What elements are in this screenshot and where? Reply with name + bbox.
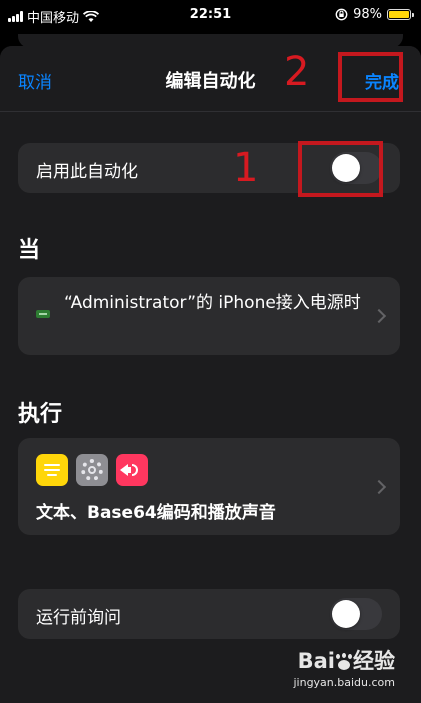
orientation-lock-icon — [335, 8, 348, 21]
action-row[interactable]: 文本、Base64编码和播放声音 — [18, 438, 400, 535]
do-heading: 执行 — [18, 402, 63, 427]
chevron-right-icon — [371, 308, 387, 324]
annotation-number-2: 2 — [284, 49, 310, 95]
battery-percent: 98% — [353, 7, 382, 22]
trigger-row[interactable]: “Administrator”的 iPhone接入电源时 — [18, 277, 400, 355]
baidu-watermark: Bai 经验 jingyan.baidu.com — [277, 645, 395, 695]
power-plug-icon — [36, 310, 50, 318]
baidu-logo: Bai 经验 — [297, 649, 395, 673]
ask-before-running-row: 运行前询问 — [18, 589, 400, 639]
status-bar: 中国移动 22:51 98% — [0, 0, 421, 34]
ask-before-running-toggle[interactable] — [330, 598, 382, 630]
watermark-url: jingyan.baidu.com — [293, 676, 395, 689]
sound-icon — [116, 454, 148, 486]
battery-level — [389, 11, 409, 18]
gear-icon — [76, 454, 108, 486]
annotation-box-toggle — [298, 141, 383, 197]
text-icon — [36, 454, 68, 486]
trigger-text: “Administrator”的 iPhone接入电源时 — [64, 293, 361, 313]
toggle-knob — [332, 600, 360, 628]
ask-before-running-label: 运行前询问 — [36, 608, 121, 628]
status-right: 98% — [335, 7, 414, 22]
enable-automation-label: 启用此自动化 — [36, 162, 138, 182]
when-heading: 当 — [18, 238, 41, 263]
content: 启用此自动化 当 “Administrator”的 iPhone接入电源时 执行… — [0, 112, 421, 703]
annotation-number-1: 1 — [233, 145, 259, 191]
annotation-box-done — [338, 52, 403, 102]
action-text: 文本、Base64编码和播放声音 — [36, 503, 276, 523]
chevron-right-icon — [371, 479, 387, 495]
battery-icon — [387, 9, 414, 20]
